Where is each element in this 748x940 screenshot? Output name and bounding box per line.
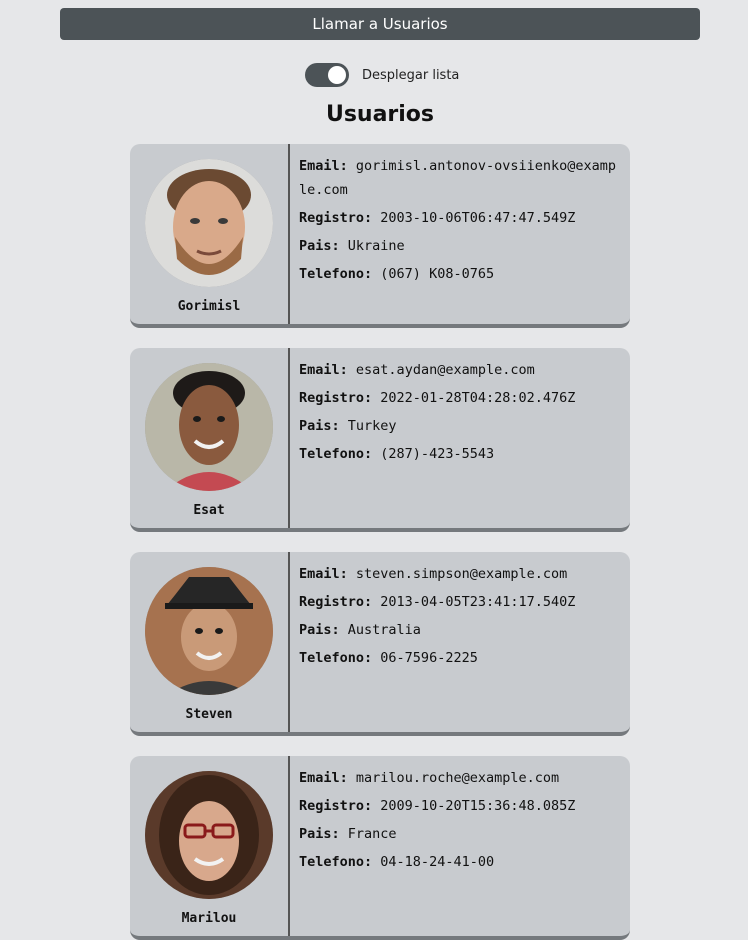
user-card-profile: Esat [130, 348, 290, 528]
telefono-label: Telefono: [299, 266, 373, 282]
pais-value: Ukraine [347, 238, 405, 254]
registro-value: 2003-10-06T06:47:47.549Z [380, 210, 576, 226]
pais-label: Pais: [299, 238, 340, 254]
telefono-value: 06-7596-2225 [380, 650, 478, 666]
registro-value: 2022-01-28T04:28:02.476Z [380, 390, 576, 406]
telefono-label: Telefono: [299, 854, 373, 870]
user-card-profile: Gorimisl [130, 144, 290, 324]
pais-label: Pais: [299, 622, 340, 638]
email-field: Email: marilou.roche@example.com [299, 766, 620, 790]
pais-value: France [347, 826, 397, 842]
telefono-field: Telefono: 04-18-24-41-00 [299, 850, 620, 874]
email-label: Email: [299, 566, 348, 582]
user-card: Esat Email: esat.aydan@example.com Regis… [130, 348, 630, 532]
telefono-value: (067) K08-0765 [380, 266, 495, 282]
email-value: esat.aydan@example.com [355, 362, 535, 378]
telefono-field: Telefono: 06-7596-2225 [299, 646, 620, 670]
display-list-toggle[interactable] [305, 63, 349, 87]
registro-label: Registro: [299, 210, 373, 226]
telefono-value: 04-18-24-41-00 [380, 854, 495, 870]
registro-field: Registro: 2013-04-05T23:41:17.540Z [299, 590, 620, 614]
telefono-field: Telefono: (287)-423-5543 [299, 442, 620, 466]
user-details: Email: steven.simpson@example.com Regist… [290, 552, 630, 732]
registro-field: Registro: 2022-01-28T04:28:02.476Z [299, 386, 620, 410]
email-value: marilou.roche@example.com [355, 770, 560, 786]
pais-field: Pais: France [299, 822, 620, 846]
pais-label: Pais: [299, 826, 340, 842]
call-users-button[interactable]: Llamar a Usuarios [60, 8, 700, 40]
user-card: Gorimisl Email: gorimisl.antonov-ovsiien… [130, 144, 630, 328]
user-name: Steven [185, 707, 233, 722]
page-title: Usuarios [325, 102, 435, 127]
user-name: Marilou [181, 911, 237, 926]
telefono-field: Telefono: (067) K08-0765 [299, 262, 620, 286]
registro-label: Registro: [299, 798, 373, 814]
email-label: Email: [299, 158, 348, 174]
user-name: Esat [193, 503, 225, 518]
email-label: Email: [299, 770, 348, 786]
pais-field: Pais: Australia [299, 618, 620, 642]
registro-label: Registro: [299, 594, 373, 610]
telefono-label: Telefono: [299, 650, 373, 666]
registro-field: Registro: 2009-10-20T15:36:48.085Z [299, 794, 620, 818]
user-card-profile: Steven [130, 552, 290, 732]
email-field: Email: esat.aydan@example.com [299, 358, 620, 382]
pais-value: Turkey [347, 418, 397, 434]
user-card: Marilou Email: marilou.roche@example.com… [130, 756, 630, 940]
email-label: Email: [299, 362, 348, 378]
user-details: Email: marilou.roche@example.com Registr… [290, 756, 630, 936]
user-name: Gorimisl [177, 299, 241, 314]
email-value: steven.simpson@example.com [355, 566, 568, 582]
pais-label: Pais: [299, 418, 340, 434]
telefono-label: Telefono: [299, 446, 373, 462]
telefono-value: (287)-423-5543 [380, 446, 495, 462]
email-field: Email: gorimisl.antonov-ovsiienko@exampl… [299, 154, 620, 202]
toggle-row: Desplegar lista [305, 63, 459, 87]
user-details: Email: esat.aydan@example.com Registro: … [290, 348, 630, 528]
toggle-label: Desplegar lista [362, 67, 460, 83]
avatar [145, 159, 273, 287]
user-card-profile: Marilou [130, 756, 290, 936]
registro-value: 2009-10-20T15:36:48.085Z [380, 798, 576, 814]
pais-field: Pais: Turkey [299, 414, 620, 438]
avatar [145, 567, 273, 695]
registro-label: Registro: [299, 390, 373, 406]
user-details: Email: gorimisl.antonov-ovsiienko@exampl… [290, 144, 630, 324]
email-field: Email: steven.simpson@example.com [299, 562, 620, 586]
pais-value: Australia [347, 622, 421, 638]
registro-field: Registro: 2003-10-06T06:47:47.549Z [299, 206, 620, 230]
pais-field: Pais: Ukraine [299, 234, 620, 258]
registro-value: 2013-04-05T23:41:17.540Z [380, 594, 576, 610]
toggle-knob [328, 66, 346, 84]
avatar [145, 771, 273, 899]
avatar [145, 363, 273, 491]
user-card: Steven Email: steven.simpson@example.com… [130, 552, 630, 736]
